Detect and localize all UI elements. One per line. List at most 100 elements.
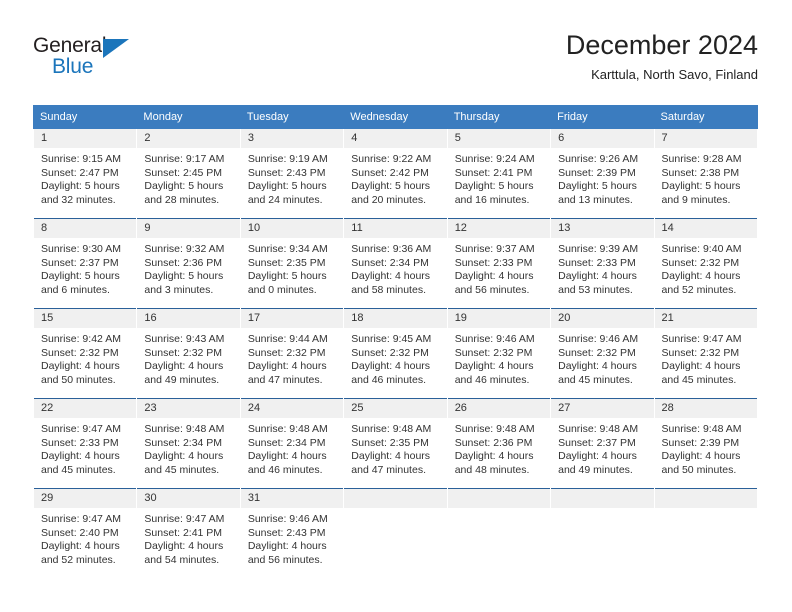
daylight-line-1: Daylight: 4 hours <box>247 450 327 463</box>
calendar-day-cell[interactable]: 24 Sunrise: 9:48 AM Sunset: 2:34 PM Dayligh… <box>239 398 345 489</box>
sunset-time: Sunset: 2:39 PM <box>558 166 636 179</box>
daylight-line-2: and 20 minutes. <box>351 193 426 206</box>
day-details <box>344 508 446 513</box>
sunset-time: Sunset: 2:33 PM <box>41 436 119 449</box>
weekday-header-wednesday: Wednesday <box>343 105 448 129</box>
daylight-line-2: and 45 minutes. <box>661 373 737 386</box>
calendar-day-cell[interactable]: 7 Sunrise: 9:28 AM Sunset: 2:38 PM Daylight… <box>653 128 759 219</box>
sunrise-time: Sunrise: 9:48 AM <box>247 423 328 435</box>
day-number: 12 <box>447 219 551 238</box>
daylight-line-1: Daylight: 5 hours <box>661 180 741 193</box>
sunrise-time: Sunrise: 9:44 AM <box>247 333 328 345</box>
calendar-body: 1 Sunrise: 9:15 AM Sunset: 2:47 PM Daylight… <box>32 128 759 579</box>
day-number: 7 <box>654 129 757 148</box>
sunset-time: Sunset: 2:39 PM <box>661 436 740 449</box>
daylight-line-1: Daylight: 4 hours <box>247 360 327 373</box>
title-block: December 2024 Karttula, North Savo, Finl… <box>566 28 758 85</box>
day-details: Sunrise: 9:47 AM Sunset: 2:40 PM Daylight:… <box>34 508 136 567</box>
calendar-day-cell[interactable]: 20 Sunrise: 9:46 AM Sunset: 2:32 PM Dayligh… <box>550 308 655 399</box>
calendar-day-cell-empty <box>550 488 655 579</box>
calendar-day-cell[interactable]: 4 Sunrise: 9:22 AM Sunset: 2:42 PM Daylight… <box>343 128 448 219</box>
daylight-line-2: and 6 minutes. <box>41 283 110 296</box>
daylight-line-2: and 49 minutes. <box>144 373 220 386</box>
calendar-day-cell[interactable]: 15 Sunrise: 9:42 AM Sunset: 2:32 PM Dayligh… <box>32 308 138 399</box>
sunset-time: Sunset: 2:41 PM <box>454 166 533 179</box>
calendar-page: General Blue December 2024 Karttula, Nor… <box>0 0 792 612</box>
sunrise-sunset-calendar: Sunday Monday Tuesday Wednesday Thursday… <box>32 105 759 579</box>
sunset-time: Sunset: 2:32 PM <box>247 346 326 359</box>
calendar-day-cell[interactable]: 23 Sunrise: 9:48 AM Sunset: 2:34 PM Dayligh… <box>136 398 241 489</box>
calendar-day-cell[interactable]: 1 Sunrise: 9:15 AM Sunset: 2:47 PM Daylight… <box>32 128 138 219</box>
daylight-line-2: and 54 minutes. <box>144 553 220 566</box>
calendar-day-cell[interactable]: 9 Sunrise: 9:32 AM Sunset: 2:36 PM Daylight… <box>136 218 241 309</box>
calendar-day-cell[interactable]: 17 Sunrise: 9:44 AM Sunset: 2:32 PM Dayligh… <box>239 308 345 399</box>
sunset-time: Sunset: 2:38 PM <box>661 166 740 179</box>
day-number <box>447 489 551 508</box>
sunset-time: Sunset: 2:37 PM <box>41 256 119 269</box>
weekday-header-monday: Monday <box>136 105 241 129</box>
daylight-line-2: and 56 minutes. <box>454 283 530 296</box>
calendar-day-cell[interactable]: 10 Sunrise: 9:34 AM Sunset: 2:35 PM Dayligh… <box>239 218 345 309</box>
calendar-day-cell[interactable]: 11 Sunrise: 9:36 AM Sunset: 2:34 PM Dayligh… <box>343 218 448 309</box>
calendar-day-cell[interactable]: 27 Sunrise: 9:48 AM Sunset: 2:37 PM Dayligh… <box>550 398 655 489</box>
sunrise-time: Sunrise: 9:46 AM <box>454 333 535 345</box>
sunrise-time: Sunrise: 9:43 AM <box>144 333 225 345</box>
sunset-time: Sunset: 2:41 PM <box>144 526 223 539</box>
logo-text-blue: Blue <box>52 55 94 78</box>
sunrise-time: Sunrise: 9:15 AM <box>41 153 121 165</box>
calendar-day-cell[interactable]: 3 Sunrise: 9:19 AM Sunset: 2:43 PM Daylight… <box>239 128 345 219</box>
calendar-day-cell[interactable]: 13 Sunrise: 9:39 AM Sunset: 2:33 PM Dayligh… <box>550 218 655 309</box>
calendar-day-cell[interactable]: 8 Sunrise: 9:30 AM Sunset: 2:37 PM Daylight… <box>32 218 138 309</box>
daylight-line-1: Daylight: 4 hours <box>144 360 224 373</box>
sunrise-time: Sunrise: 9:36 AM <box>351 243 432 255</box>
calendar-day-cell[interactable]: 28 Sunrise: 9:48 AM Sunset: 2:39 PM Dayligh… <box>653 398 759 489</box>
calendar-day-cell[interactable]: 26 Sunrise: 9:48 AM Sunset: 2:36 PM Dayligh… <box>446 398 552 489</box>
calendar-day-cell[interactable]: 6 Sunrise: 9:26 AM Sunset: 2:39 PM Daylight… <box>550 128 655 219</box>
daylight-line-2: and 58 minutes. <box>351 283 426 296</box>
daylight-line-2: and 48 minutes. <box>454 463 530 476</box>
sunrise-time: Sunrise: 9:22 AM <box>351 153 432 165</box>
weekday-header-saturday: Saturday <box>653 105 759 129</box>
day-number: 5 <box>447 129 551 148</box>
day-details: Sunrise: 9:39 AM Sunset: 2:33 PM Daylight:… <box>551 238 653 297</box>
calendar-day-cell[interactable]: 21 Sunrise: 9:47 AM Sunset: 2:32 PM Dayligh… <box>653 308 759 399</box>
sunset-time: Sunset: 2:32 PM <box>661 256 740 269</box>
daylight-line-1: Daylight: 4 hours <box>144 450 224 463</box>
logo-triangle-icon <box>103 39 129 58</box>
sunrise-time: Sunrise: 9:17 AM <box>144 153 225 165</box>
calendar-day-cell[interactable]: 25 Sunrise: 9:48 AM Sunset: 2:35 PM Dayligh… <box>343 398 448 489</box>
daylight-line-2: and 46 minutes. <box>247 463 323 476</box>
sunset-time: Sunset: 2:36 PM <box>454 436 533 449</box>
sunrise-time: Sunrise: 9:24 AM <box>454 153 535 165</box>
sunset-time: Sunset: 2:42 PM <box>351 166 429 179</box>
day-number: 19 <box>447 309 551 328</box>
calendar-week-row: 8 Sunrise: 9:30 AM Sunset: 2:37 PM Daylight… <box>32 218 759 309</box>
calendar-day-cell[interactable]: 5 Sunrise: 9:24 AM Sunset: 2:41 PM Daylight… <box>446 128 552 219</box>
day-details: Sunrise: 9:40 AM Sunset: 2:32 PM Daylight:… <box>655 238 757 297</box>
weekday-header-sunday: Sunday <box>32 105 138 129</box>
daylight-line-2: and 28 minutes. <box>144 193 220 206</box>
daylight-line-1: Daylight: 5 hours <box>144 180 224 193</box>
calendar-day-cell[interactable]: 14 Sunrise: 9:40 AM Sunset: 2:32 PM Dayligh… <box>653 218 759 309</box>
sunrise-time: Sunrise: 9:34 AM <box>247 243 328 255</box>
calendar-day-cell[interactable]: 12 Sunrise: 9:37 AM Sunset: 2:33 PM Dayligh… <box>446 218 552 309</box>
day-details: Sunrise: 9:48 AM Sunset: 2:39 PM Daylight:… <box>655 418 757 477</box>
calendar-day-cell[interactable]: 30 Sunrise: 9:47 AM Sunset: 2:41 PM Dayligh… <box>136 488 241 579</box>
calendar-day-cell[interactable]: 2 Sunrise: 9:17 AM Sunset: 2:45 PM Daylight… <box>136 128 241 219</box>
sunrise-time: Sunrise: 9:46 AM <box>558 333 639 345</box>
sunrise-time: Sunrise: 9:47 AM <box>144 513 225 525</box>
calendar-day-cell[interactable]: 22 Sunrise: 9:47 AM Sunset: 2:33 PM Dayligh… <box>32 398 138 489</box>
calendar-day-cell[interactable]: 31 Sunrise: 9:46 AM Sunset: 2:43 PM Dayligh… <box>239 488 345 579</box>
day-details: Sunrise: 9:34 AM Sunset: 2:35 PM Daylight:… <box>241 238 343 297</box>
sunrise-time: Sunrise: 9:40 AM <box>661 243 742 255</box>
daylight-line-1: Daylight: 4 hours <box>454 270 534 283</box>
calendar-day-cell[interactable]: 19 Sunrise: 9:46 AM Sunset: 2:32 PM Dayligh… <box>446 308 552 399</box>
day-number: 21 <box>654 309 757 328</box>
weekday-header-tuesday: Tuesday <box>239 105 345 129</box>
calendar-day-cell[interactable]: 16 Sunrise: 9:43 AM Sunset: 2:32 PM Dayligh… <box>136 308 241 399</box>
sunset-time: Sunset: 2:45 PM <box>144 166 223 179</box>
calendar-day-cell[interactable]: 29 Sunrise: 9:47 AM Sunset: 2:40 PM Dayligh… <box>32 488 138 579</box>
day-number: 23 <box>137 399 240 418</box>
day-number: 24 <box>240 399 344 418</box>
calendar-day-cell[interactable]: 18 Sunrise: 9:45 AM Sunset: 2:32 PM Dayligh… <box>343 308 448 399</box>
